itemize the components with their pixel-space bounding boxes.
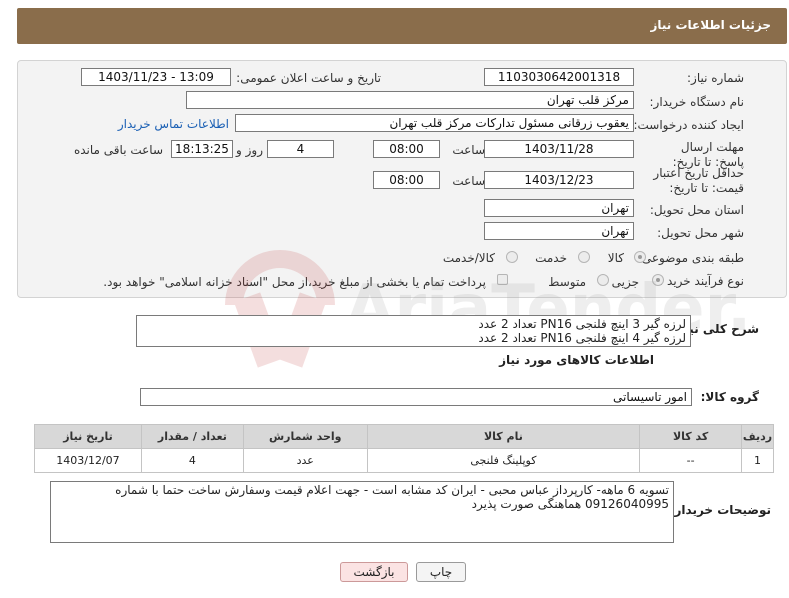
description-line-1: لرزه گیر 3 اینچ فلنجی PN16 تعداد 2 عدد [478,317,686,331]
goods-group-field: امور تاسیساتی [140,388,692,406]
treasury-payment-note: پرداخت تمام یا بخشی از مبلغ خرید،از محل … [103,275,486,289]
creator-label: ایجاد کننده درخواست: [633,118,744,132]
buyer-notes-line-2: 09126040995 هماهنگی صورت پذیرد [471,497,669,511]
validity-time-field: 08:00 [373,171,440,189]
page-header: جزئیات اطلاعات نیاز [17,8,787,44]
cell-row-number: 1 [741,448,774,473]
col-header-qty: تعداد / مقدار [140,424,244,449]
category-option-goods-service: کالا/خدمت [442,251,495,265]
category-radio-goods-service[interactable] [506,251,518,263]
validity-date-field: 1403/12/23 [484,171,634,189]
process-option-minor: جزیی [611,275,639,289]
page-title: جزئیات اطلاعات نیاز [650,18,771,32]
creator-field: یعقوب زرقانی مسئول تدارکات مرکز قلب تهرا… [235,114,634,132]
category-radio-service[interactable] [578,251,590,263]
process-radio-minor[interactable] [652,274,664,286]
col-header-unit: واحد شمارش [242,424,368,449]
deadline-time-field: 08:00 [373,140,440,158]
print-button[interactable]: چاپ [416,562,466,582]
cell-date: 1403/12/07 [34,448,142,473]
cell-qty: 4 [140,448,244,473]
col-header-row-number: ردیف [741,424,774,449]
buyer-org-label: نام دستگاه خریدار: [649,95,745,109]
buyer-contact-link[interactable]: اطلاعات تماس خریدار [118,117,229,131]
city-label: شهر محل تحویل: [657,226,744,240]
cell-unit: عدد [242,448,368,473]
table-header-row: ردیف کد کالا نام کالا واحد شمارش تعداد /… [34,424,774,449]
buyer-org-field: مرکز قلب تهران [186,91,634,109]
table-row: 1 -- کوپلینگ فلنجی عدد 4 1403/12/07 [34,448,774,473]
category-option-goods: کالا [607,251,624,265]
treasury-payment-checkbox[interactable] [497,274,508,285]
province-field: تهران [484,199,634,217]
category-radio-goods[interactable] [634,251,646,263]
col-header-code: کد کالا [639,424,743,449]
col-header-name: نام کالا [366,424,641,449]
cell-code: -- [639,448,743,473]
announce-label: تاریخ و ساعت اعلان عمومی: [236,71,381,85]
remaining-time-field: 18:13:25 [171,140,233,158]
process-label: نوع فرآیند خرید : [659,274,744,288]
days-label: روز و [236,143,263,157]
buyer-notes-line-1: تسویه 6 ماهه- کارپرداز عباس محبی - ایران… [115,483,669,497]
back-button[interactable]: بازگشت [340,562,408,582]
category-label: طبقه بندی موضوعی: [637,251,744,265]
province-label: استان محل تحویل: [649,203,744,217]
goods-group-label: گروه کالا: [700,390,759,404]
buyer-notes-label: توضیحات خریدار: [669,503,771,517]
city-field: تهران [484,222,634,240]
announce-field: 1403/11/23 - 13:09 [81,68,231,86]
goods-info-title: اطلاعات کالاهای مورد نیاز [499,353,654,367]
category-option-service: خدمت [535,251,567,265]
buyer-notes-textarea[interactable]: تسویه 6 ماهه- کارپرداز عباس محبی - ایران… [50,481,674,543]
cell-name: کوپلینگ فلنجی [366,448,641,473]
col-header-date: تاریخ نیاز [34,424,142,449]
deadline-date-field: 1403/11/28 [484,140,634,158]
description-textarea[interactable]: لرزه گیر 3 اینچ فلنجی PN16 تعداد 2 عدد ل… [136,315,691,347]
validity-time-label: ساعت [452,174,485,188]
goods-table: ردیف کد کالا نام کالا واحد شمارش تعداد /… [34,424,774,473]
need-number-label: شماره نیاز: [687,71,744,85]
process-option-medium: متوسط [548,275,586,289]
remaining-label: ساعت باقی مانده [73,143,163,157]
process-radio-medium[interactable] [597,274,609,286]
days-field: 4 [267,140,334,158]
validity-label: حداقل تاریخ اعتبار قیمت: تا تاریخ: [653,166,744,195]
deadline-time-label: ساعت [452,143,485,157]
description-line-2: لرزه گیر 4 اینچ فلنجی PN16 تعداد 2 عدد [478,331,686,345]
need-number-field: 1103030642001318 [484,68,634,86]
